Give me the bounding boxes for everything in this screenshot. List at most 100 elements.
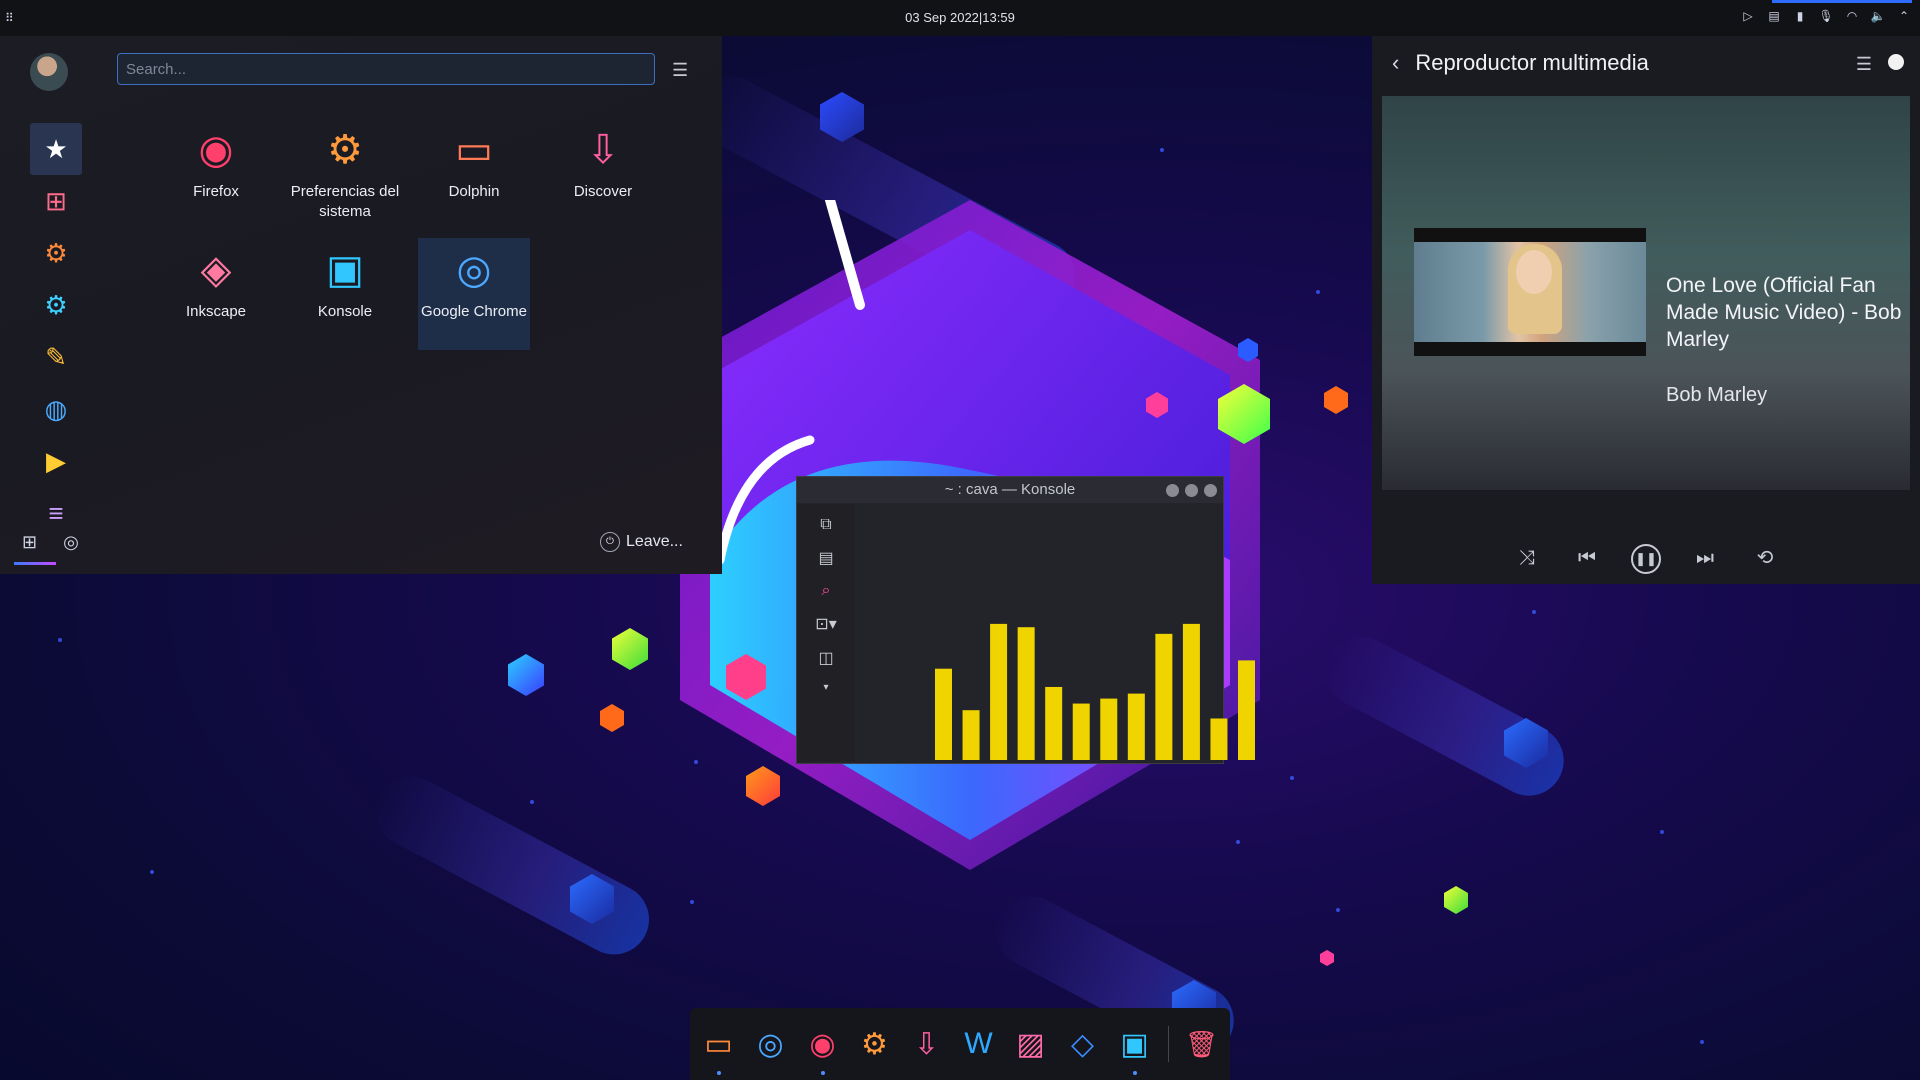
dock-item-konsole[interactable]: ▣: [1116, 1025, 1154, 1075]
cava-visualizer: [935, 623, 1255, 760]
track-artist: Bob Marley: [1666, 384, 1768, 406]
media-play-icon[interactable]: ▷: [1740, 8, 1756, 24]
window-buttons: [1166, 484, 1217, 497]
launcher-bottom-tabs: ⊞ ◎: [14, 532, 79, 565]
dock-item-discover[interactable]: ⇩: [908, 1025, 946, 1063]
gear-icon: ⚙: [861, 1027, 888, 1061]
more-icon[interactable]: ▾: [823, 682, 828, 693]
dock-item-dolphin[interactable]: ▭: [700, 1025, 738, 1075]
microphone-icon[interactable]: 🎙: [1818, 8, 1834, 24]
wallpaper-hexagon-small: [1444, 886, 1468, 914]
wallpaper-hexagon-small: [1320, 950, 1334, 966]
visualizer-bar: [962, 710, 980, 760]
find-icon[interactable]: ⌕: [822, 582, 831, 600]
gear-icon: ⚙: [44, 237, 68, 268]
avatar[interactable]: [30, 53, 68, 91]
dock-item-image-viewer[interactable]: ▨: [1012, 1025, 1050, 1063]
wallpaper-hexagon-small: [612, 628, 648, 670]
back-chevron-icon[interactable]: ‹: [1392, 50, 1399, 76]
grid-icon: ⊞: [45, 185, 67, 216]
wallpaper-dot: [150, 870, 154, 874]
search-input[interactable]: [117, 53, 655, 85]
leave-button[interactable]: ⏻ Leave...: [600, 532, 683, 552]
playback-controls: ⤨ ⏮ ❚❚ ⏭ ⟲: [1372, 542, 1920, 574]
sidebar-item-development[interactable]: ⚙: [30, 279, 82, 331]
new-tab-icon[interactable]: ⊡▾: [815, 614, 836, 634]
next-button[interactable]: ⏭: [1689, 542, 1721, 574]
running-indicator: [716, 1071, 721, 1075]
trash-icon: 🗑: [1184, 1028, 1218, 1059]
clipboard-icon[interactable]: ▤: [1766, 8, 1782, 24]
minimize-button[interactable]: [1166, 484, 1179, 497]
sidebar-item-multimedia[interactable]: ▶: [30, 435, 82, 487]
network-icon[interactable]: ◠: [1844, 8, 1860, 24]
wallpaper-dot: [1160, 148, 1164, 152]
konsole-window: ~ : cava — Konsole ⧉ ▤ ⌕ ⊡▾ ◫ ▾: [796, 476, 1255, 764]
app-tile[interactable]: ▭ Dolphin: [418, 118, 530, 230]
volume-icon[interactable]: 🔈: [1870, 8, 1886, 24]
app-tile[interactable]: ⚙ Preferencias del sistema: [289, 118, 401, 230]
wallpaper-dot: [1290, 776, 1294, 780]
paste-icon[interactable]: ▤: [818, 548, 833, 568]
wallpaper-hexagon-small: [600, 704, 624, 732]
app-tile[interactable]: ▣ Konsole: [289, 238, 401, 350]
close-button[interactable]: [1204, 484, 1217, 497]
dock-item-settings[interactable]: ⚙: [856, 1025, 894, 1063]
sidebar-item-internet[interactable]: ◍: [30, 383, 82, 435]
previous-button[interactable]: ⏮: [1571, 542, 1603, 574]
app-label: Inkscape: [185, 303, 247, 320]
play-pause-button[interactable]: ❚❚: [1631, 544, 1661, 574]
dock-item-vscode[interactable]: ◇: [1064, 1025, 1102, 1063]
top-panel: ⠿ 03 Sep 2022|13:59 ▷ ▤ ▮ 🎙 ◠ 🔈 ⌃: [0, 0, 1920, 36]
repeat-button[interactable]: ⟲: [1749, 542, 1781, 574]
chrome-icon: ◎: [456, 248, 492, 292]
track-title: One Love (Official Fan Made Music Video)…: [1666, 274, 1902, 351]
visualizer-bar: [1100, 698, 1118, 760]
visualizer-bar: [1182, 623, 1200, 760]
shuffle-button[interactable]: ⤨: [1511, 542, 1543, 574]
places-tab-icon[interactable]: ◎: [63, 532, 79, 553]
star-icon: ★: [44, 133, 68, 164]
window-titlebar[interactable]: ~ : cava — Konsole: [797, 477, 1223, 503]
sidebar-item-favorites[interactable]: ★: [30, 123, 82, 175]
sidebar-item-settings[interactable]: ⚙: [30, 227, 82, 279]
wallpaper-dot: [690, 900, 694, 904]
copy-icon[interactable]: ⧉: [820, 516, 831, 534]
app-tile[interactable]: ◎ Google Chrome: [418, 238, 530, 350]
thumbnail-face: [1516, 250, 1552, 294]
battery-icon[interactable]: ▮: [1792, 8, 1808, 24]
wallpaper-dot: [1236, 840, 1240, 844]
chrome-icon: ◎: [757, 1027, 784, 1061]
running-indicator: [820, 1071, 825, 1075]
sidebar-item-all-apps[interactable]: ⊞: [30, 175, 82, 227]
app-tile[interactable]: ◈ Inkscape: [160, 238, 272, 350]
wallpaper-dot: [58, 638, 62, 642]
dock-item-trash[interactable]: 🗑: [1183, 1025, 1221, 1063]
clock[interactable]: 03 Sep 2022|13:59: [0, 10, 1920, 25]
maximize-button[interactable]: [1185, 484, 1198, 497]
app-tile[interactable]: ⇩ Discover: [547, 118, 659, 230]
terminal-area[interactable]: [855, 504, 1255, 763]
sidebar-item-graphics[interactable]: ✎: [30, 331, 82, 383]
pin-toggle-icon[interactable]: [1888, 54, 1904, 70]
hamburger-menu-icon[interactable]: ☰: [672, 60, 692, 80]
chevron-up-icon[interactable]: ⌃: [1896, 8, 1912, 24]
wallpaper-dot: [1532, 610, 1536, 614]
visualizer-bar: [1017, 627, 1035, 760]
split-view-icon[interactable]: ◫: [818, 648, 833, 668]
applications-tab-icon[interactable]: ⊞: [22, 532, 37, 553]
application-launcher: ☰ ★ ⊞ ⚙ ⚙ ✎ ◍ ▶ ≡ ◉ Firefox ⚙ Preferencias del sis…: [0, 36, 722, 574]
settings-icon: ⚙: [327, 128, 363, 172]
dock-item-firefox[interactable]: ◉: [804, 1025, 842, 1075]
dock-item-chrome[interactable]: ◎: [752, 1025, 790, 1063]
app-tile[interactable]: ◉ Firefox: [160, 118, 272, 230]
wallpaper-streak: [1313, 624, 1576, 808]
wallpaper-streak: [363, 764, 662, 967]
configure-menu-icon[interactable]: ☰: [1856, 54, 1872, 75]
dock-item-writer[interactable]: W: [960, 1025, 998, 1063]
task-manager-dock: ▭ ◎ ◉ ⚙ ⇩ W ▨ ◇ ▣ 🗑: [690, 1008, 1230, 1080]
visualizer-bar: [1127, 693, 1145, 760]
album-art-background: One Love (Official Fan Made Music Video)…: [1382, 96, 1910, 490]
app-label: Google Chrome: [421, 303, 527, 320]
globe-icon: ◍: [44, 393, 68, 424]
